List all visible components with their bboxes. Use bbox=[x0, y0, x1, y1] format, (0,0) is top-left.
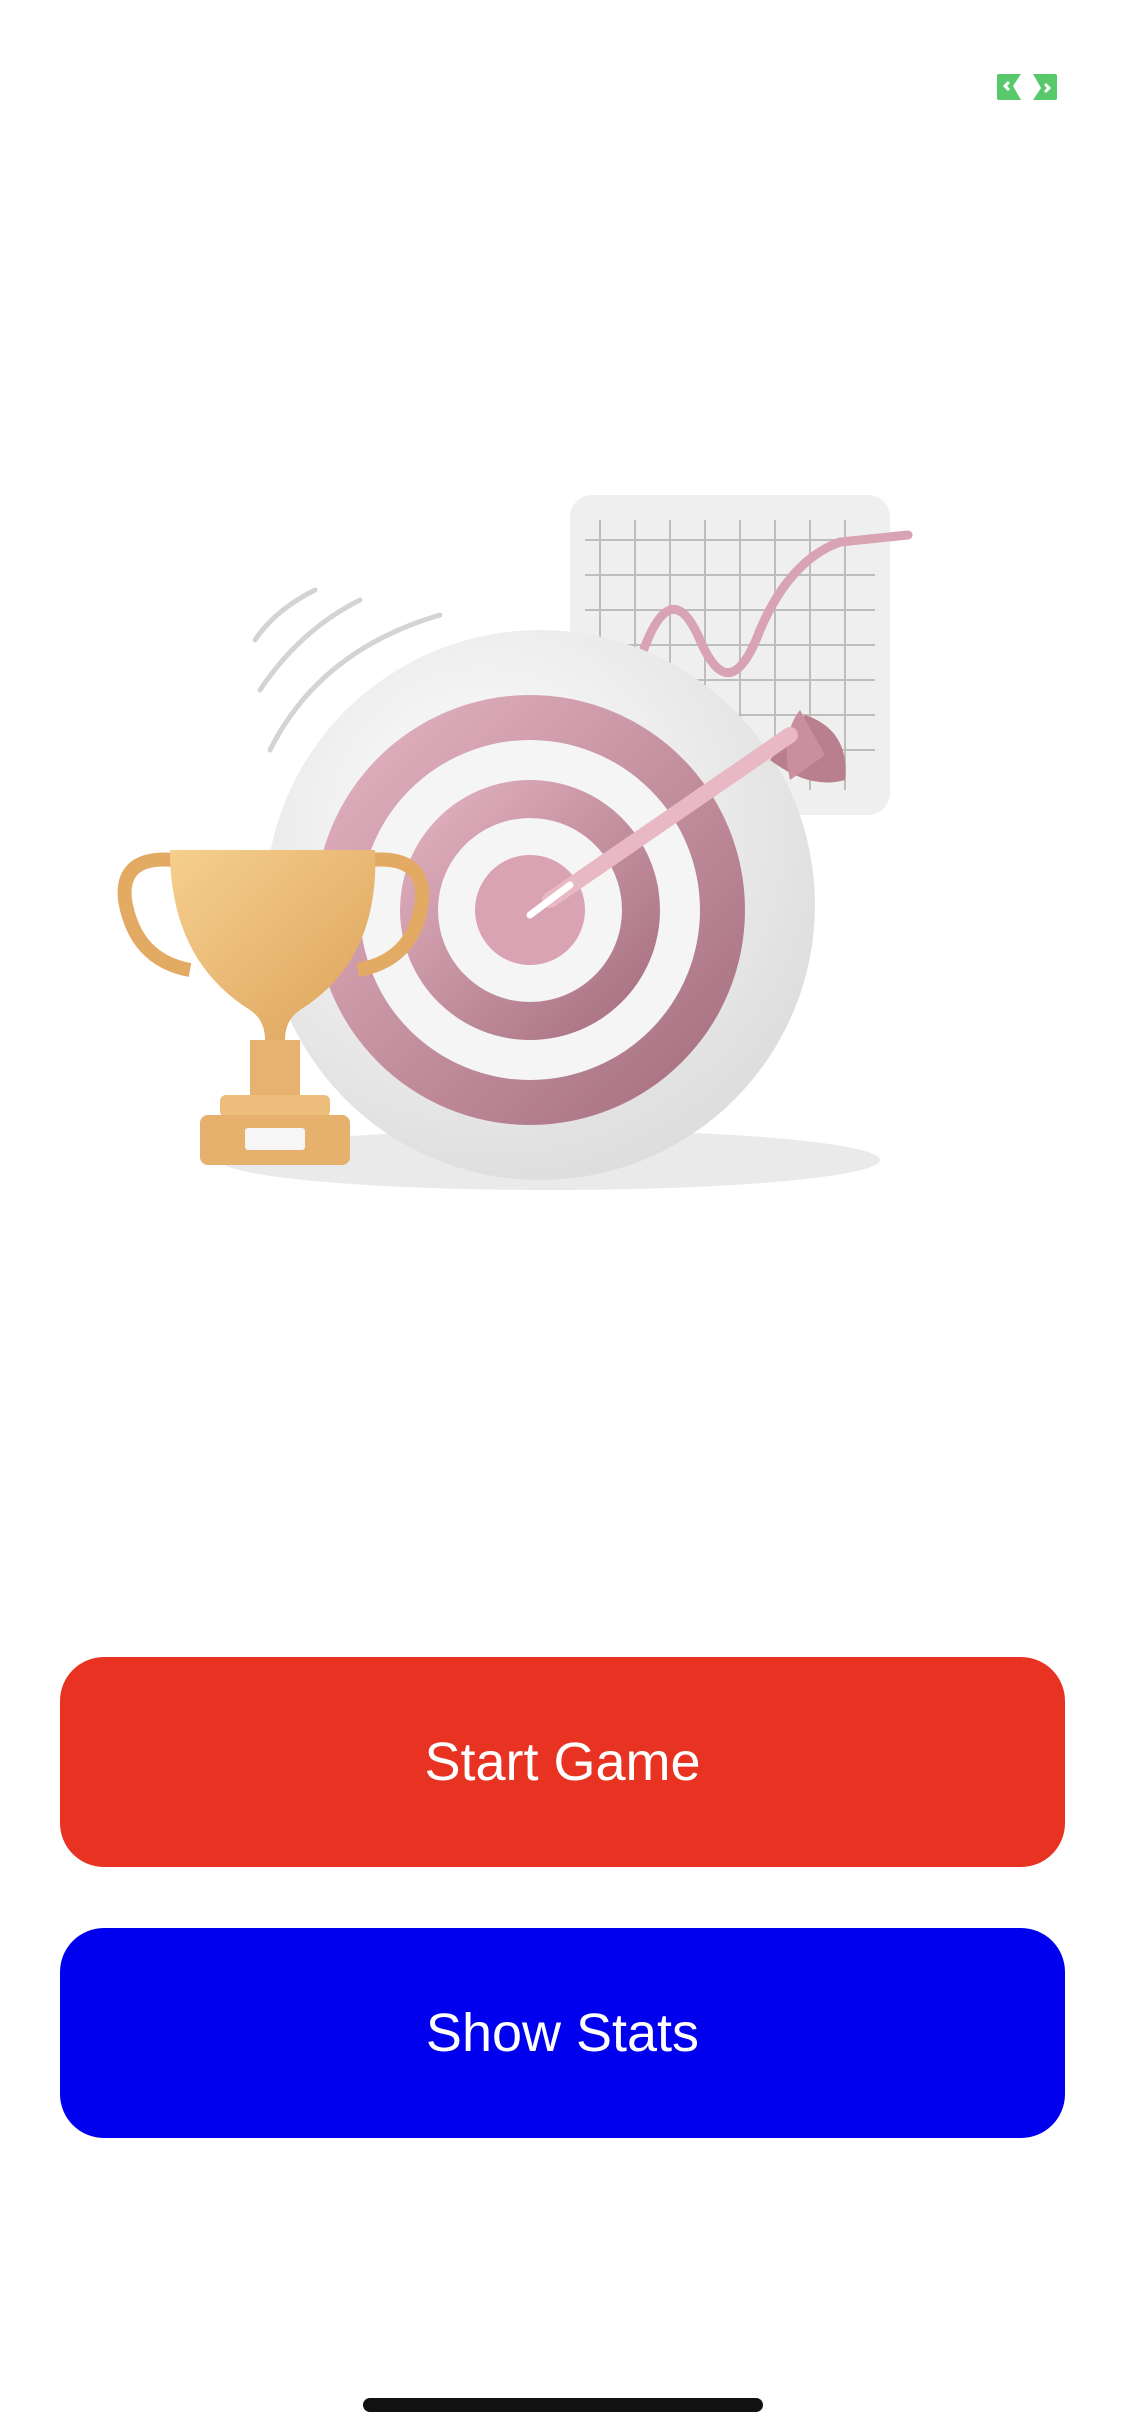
fullscreen-button[interactable] bbox=[995, 72, 1059, 102]
start-game-button[interactable]: Start Game bbox=[60, 1657, 1065, 1867]
hero-illustration bbox=[117, 495, 913, 1190]
expand-icon bbox=[997, 74, 1057, 100]
home-indicator bbox=[363, 2398, 763, 2412]
show-stats-button[interactable]: Show Stats bbox=[60, 1928, 1065, 2138]
